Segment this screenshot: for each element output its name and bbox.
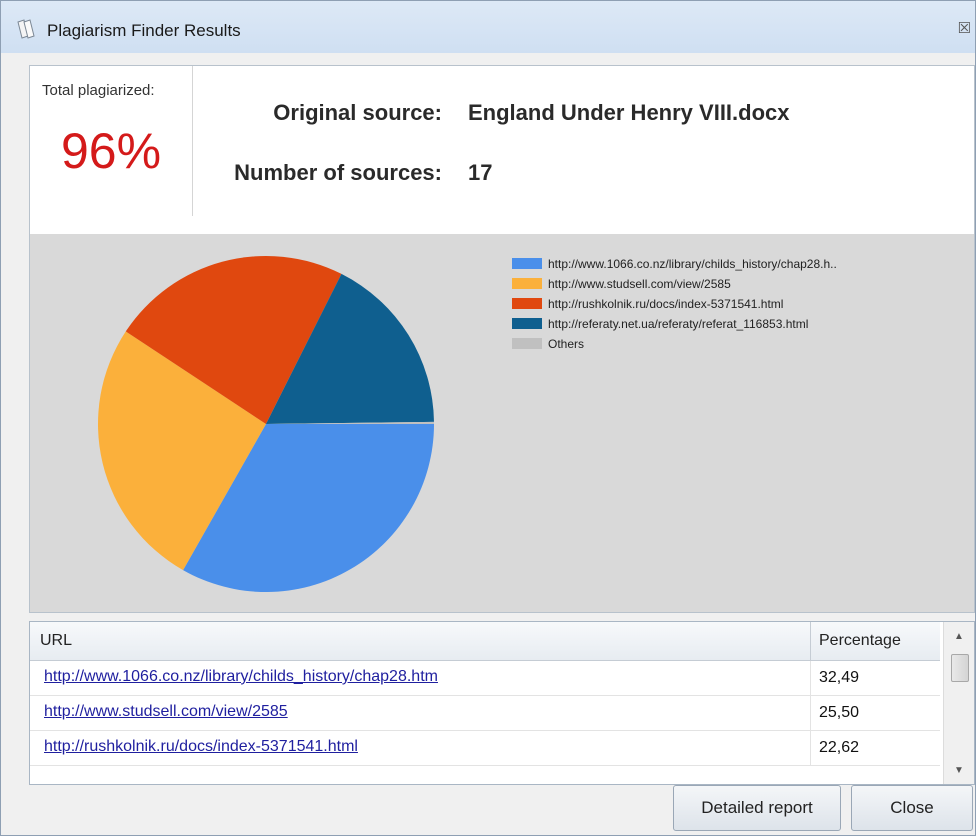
table-row[interactable]: http://www.1066.co.nz/library/childs_his… (30, 661, 940, 696)
table-scrollbar[interactable]: ▲ ▼ (943, 622, 974, 784)
percentage-column-header[interactable]: Percentage (810, 622, 939, 660)
results-panel: Total plagiarized: 96% Original source: … (29, 65, 975, 613)
total-plagiarized-value: 96% (60, 123, 162, 179)
source-percentage: 22,62 (810, 731, 941, 765)
table-rows: http://www.1066.co.nz/library/childs_his… (30, 661, 940, 766)
pie-chart-svg (98, 256, 435, 592)
scroll-up-icon[interactable]: ▲ (944, 626, 974, 648)
number-of-sources-label: Number of sources: (234, 160, 442, 185)
legend-label: http://rushkolnik.ru/docs/index-5371541.… (548, 297, 784, 311)
source-percentage: 32,49 (810, 661, 941, 695)
plagiarism-results-window: Plagiarism Finder Results ☒ Total plagia… (0, 0, 976, 836)
legend-label: Others (548, 337, 585, 351)
number-of-sources-value: 17 (468, 160, 493, 185)
close-icon[interactable]: ☒ (958, 19, 971, 37)
legend-swatch (512, 298, 542, 309)
source-url-link[interactable]: http://rushkolnik.ru/docs/index-5371541.… (44, 738, 358, 756)
legend-swatch (512, 278, 542, 289)
original-source-value: England Under Henry VIII.docx (468, 100, 790, 125)
original-source-label: Original source: (273, 100, 442, 125)
window-title: Plagiarism Finder Results (47, 21, 241, 40)
close-button[interactable]: Close (851, 785, 973, 831)
legend-label: http://www.1066.co.nz/library/childs_his… (548, 257, 837, 271)
table-header: URL Percentage (30, 622, 940, 661)
url-column-header[interactable]: URL (40, 632, 72, 650)
legend-label: http://www.studsell.com/view/2585 (548, 277, 731, 291)
source-url-link[interactable]: http://www.studsell.com/view/2585 (44, 703, 288, 721)
total-plagiarized-label: Total plagiarized: (42, 82, 155, 99)
legend-item-4: Others (512, 334, 837, 354)
sources-table: URL Percentage http://www.1066.co.nz/lib… (29, 621, 975, 785)
legend-swatch (512, 258, 542, 269)
legend-item-1: http://www.studsell.com/view/2585 (512, 274, 837, 294)
legend-item-3: http://referaty.net.ua/referaty/referat_… (512, 314, 837, 334)
scroll-thumb[interactable] (951, 654, 969, 682)
chart-legend: http://www.1066.co.nz/library/childs_his… (512, 254, 837, 354)
source-url-link[interactable]: http://www.1066.co.nz/library/childs_his… (44, 668, 438, 686)
table-row[interactable]: http://www.studsell.com/view/2585 25,50 (30, 696, 940, 731)
legend-label: http://referaty.net.ua/referaty/referat_… (548, 317, 809, 331)
detailed-report-button[interactable]: Detailed report (673, 785, 841, 831)
legend-swatch (512, 338, 542, 349)
total-plagiarized-box: Total plagiarized: 96% (30, 66, 193, 216)
document-icon (17, 19, 35, 39)
source-percentage: 25,50 (810, 696, 941, 730)
legend-item-2: http://rushkolnik.ru/docs/index-5371541.… (512, 294, 837, 314)
sources-pie-chart: http://www.1066.co.nz/library/childs_his… (30, 234, 974, 612)
scroll-down-icon[interactable]: ▼ (944, 760, 974, 782)
summary-section: Total plagiarized: 96% Original source: … (30, 66, 974, 234)
title-bar: Plagiarism Finder Results ☒ (1, 1, 975, 53)
legend-swatch (512, 318, 542, 329)
legend-item-0: http://www.1066.co.nz/library/childs_his… (512, 254, 837, 274)
table-row[interactable]: http://rushkolnik.ru/docs/index-5371541.… (30, 731, 940, 766)
